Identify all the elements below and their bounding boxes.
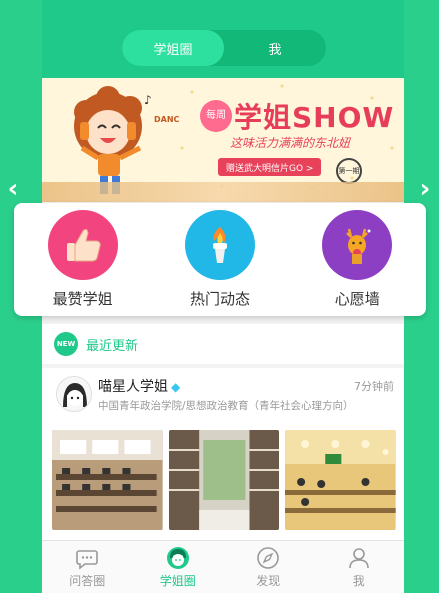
torch-icon [184, 210, 255, 280]
recent-updates-header: NEW 最近更新 [42, 324, 404, 364]
banner-subtitle: 这味活力满满的东北妞 [230, 136, 351, 150]
avatar[interactable] [56, 376, 92, 412]
tab-me-bottom[interactable]: 我 [314, 541, 405, 593]
post-author[interactable]: 喵星人学姐 ◆ [98, 376, 180, 396]
compass-icon [257, 546, 280, 569]
carousel-next-arrow[interactable]: › [416, 174, 434, 204]
photo-study-hall[interactable] [285, 430, 397, 530]
carousel-prev-arrow[interactable]: ‹ [4, 174, 22, 204]
post-time: 7分钟前 [354, 380, 394, 393]
tab-me[interactable]: 我 [224, 30, 326, 66]
top-bar: 学姐圈 我 [42, 0, 404, 78]
diamond-icon: ◆ [171, 380, 181, 394]
recent-updates-title: 最近更新 [86, 338, 139, 354]
chat-bubble-icon [76, 549, 99, 570]
main-screen: ♪ DANCE 每周 学姐SHOW 这味活力满满的东北妞 赠送武大明信片GO >… [42, 78, 404, 593]
banner-title: 学姐SHOW [234, 101, 395, 134]
banner-go-button[interactable]: 赠送武大明信片GO > [218, 158, 322, 176]
svg-text:DANCE: DANCE [154, 115, 180, 124]
reindeer-icon [322, 210, 393, 280]
category-wish-wall[interactable]: 心愿墙 [297, 210, 417, 309]
photo-classroom[interactable] [52, 430, 163, 530]
tab-discover[interactable]: 发现 [223, 541, 314, 593]
new-badge-icon: NEW [54, 332, 78, 356]
category-hot-posts[interactable]: 热门动态 [160, 210, 280, 309]
tab-qa-circle[interactable]: 问答圈 [42, 541, 133, 593]
tab-xuejie-circle[interactable]: 学姐圈 [122, 30, 224, 66]
person-icon [348, 547, 369, 568]
banner-bottom-strip [42, 182, 404, 202]
segmented-control: 学姐圈 我 [122, 30, 326, 66]
post-school-info: 中国青年政治学院/思想政治教育（青年社会心理方向） [98, 400, 354, 412]
post-photos [52, 430, 397, 530]
issue-seal: 第一期 [336, 158, 362, 184]
tab-xuejie-circle-bottom[interactable]: 学姐圈 [133, 541, 224, 593]
svg-text:♪: ♪ [144, 93, 152, 107]
avatar-girl-icon [57, 377, 91, 411]
feed-post[interactable]: 喵星人学姐 ◆ 7分钟前 中国青年政治学院/思想政治教育（青年社会心理方向） [42, 368, 404, 543]
photo-library[interactable] [168, 430, 280, 530]
category-top-rated[interactable]: 最赞学姐 [23, 210, 143, 309]
category-card: 最赞学姐 热门动态 心愿墙 [14, 203, 426, 316]
bottom-tab-bar: 问答圈 学姐圈 发现 我 [42, 540, 404, 593]
thumbs-up-icon [47, 210, 118, 280]
girl-face-icon [166, 546, 189, 569]
promo-banner[interactable]: ♪ DANCE 每周 学姐SHOW 这味活力满满的东北妞 赠送武大明信片GO >… [42, 78, 404, 202]
weekly-badge: 每周 [200, 100, 232, 132]
